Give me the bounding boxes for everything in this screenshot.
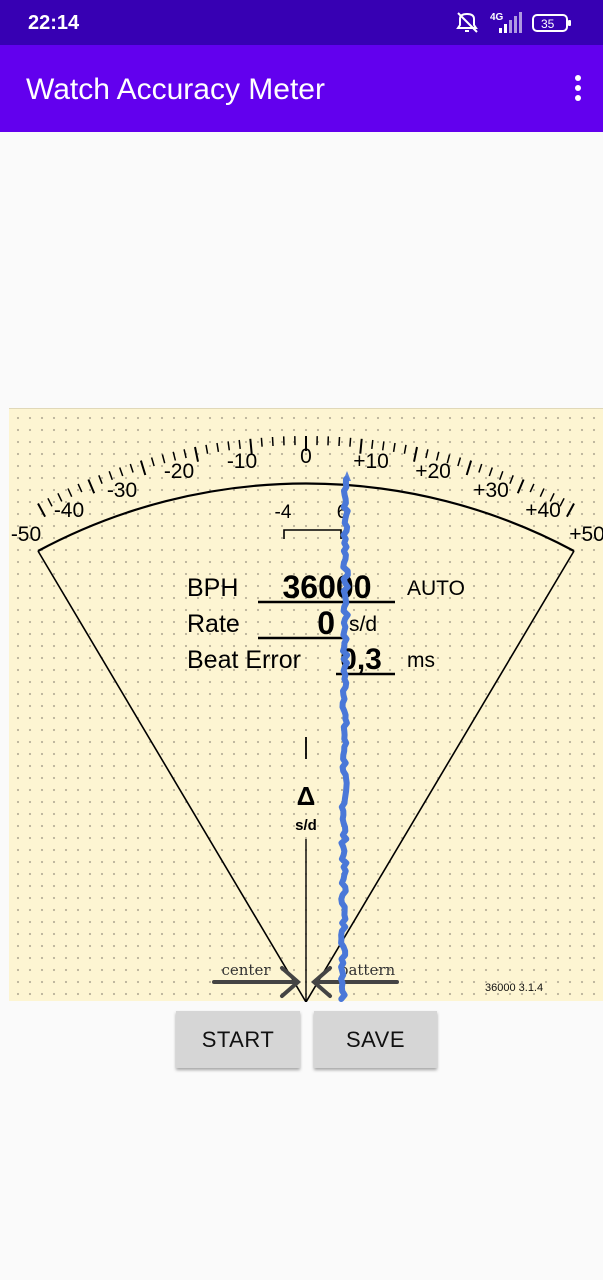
scale-tick: [139, 460, 147, 476]
beat-error-label: Beat Error: [187, 646, 301, 674]
scale-tick: [150, 457, 155, 467]
scale-tick: [37, 503, 46, 518]
scale-tick: [183, 449, 187, 459]
scale-label: 0: [300, 445, 312, 468]
delta-unit: s/d: [295, 817, 317, 834]
beat-error-unit: ms: [407, 649, 435, 672]
pattern-label: pattern: [339, 961, 396, 979]
scale-tick: [227, 441, 231, 451]
scale-tick: [194, 446, 199, 462]
scale-tick: [425, 449, 429, 459]
delta-symbol: Δ: [297, 781, 316, 811]
scale-tick: [403, 444, 407, 454]
accuracy-meter: -50 -40 -30 -20 -10 0 +10 +20 +30 +40 +5…: [9, 408, 603, 1002]
scale-tick: [516, 479, 525, 494]
scale-label: -30: [107, 479, 137, 502]
start-button[interactable]: START: [176, 1011, 300, 1068]
bph-mode: AUTO: [407, 577, 465, 600]
scale-tick: [87, 479, 96, 494]
scale-tick: [381, 441, 385, 451]
bph-label: BPH: [187, 574, 238, 602]
trace-marker-icon: [343, 471, 351, 481]
scale-label: -40: [54, 499, 84, 522]
sector-left-line: [37, 550, 307, 1002]
scale-label: -50: [11, 523, 41, 546]
scale-tick: [205, 444, 209, 454]
scale-tick: [47, 497, 53, 507]
rate-label: Rate: [187, 610, 240, 638]
scale-label: +10: [353, 450, 389, 473]
measurement-trace: [338, 476, 351, 1002]
scale-label: +50: [569, 523, 603, 546]
battery-level: 35: [541, 17, 555, 31]
bph-value: 36000: [283, 569, 372, 605]
scale-label: +40: [525, 499, 561, 522]
scale-tick: [98, 475, 103, 484]
network-type: 4G: [490, 12, 504, 23]
scale-label: -10: [227, 450, 257, 473]
version-label: 36000 3.1.4: [485, 982, 543, 994]
center-label: center: [221, 961, 271, 979]
more-vert-icon[interactable]: [567, 73, 589, 105]
scale-tick: [118, 467, 124, 477]
scale-label: +20: [415, 460, 451, 483]
scale-label: +30: [473, 479, 509, 502]
scale-tick: [529, 483, 535, 493]
status-bar: 22:14 4G 35: [0, 0, 603, 45]
battery-icon: 35: [532, 14, 571, 32]
scale-tick: [457, 457, 462, 467]
scale-tick: [392, 442, 396, 453]
scale-tick: [238, 439, 241, 449]
scale-tick: [260, 437, 263, 447]
scale-tick: [349, 437, 352, 447]
app-title: Watch Accuracy Meter: [26, 73, 325, 106]
scale-tick: [67, 488, 73, 498]
save-button[interactable]: SAVE: [314, 1011, 437, 1068]
status-time: 22:14: [28, 12, 80, 34]
status-icons: 4G 35: [455, 10, 577, 36]
app-bar: Watch Accuracy Meter: [0, 45, 603, 132]
scale-label: -20: [164, 460, 194, 483]
mute-vibrate-icon: [456, 12, 478, 33]
scale-tick: [488, 467, 494, 477]
scale-tick: [216, 442, 220, 453]
scale-tick: [129, 463, 134, 473]
scale-tick: [509, 475, 514, 484]
scale-tick: [271, 436, 274, 447]
scale-tick: [566, 503, 575, 518]
scale-tick: [478, 463, 483, 473]
inner-scale-label-left: -4: [275, 502, 292, 523]
scale-tick: [465, 460, 473, 476]
scale-tick: [77, 483, 83, 493]
scale-tick: [338, 436, 341, 447]
scale-tick: [371, 439, 374, 449]
rate-value: 0: [317, 605, 335, 641]
rate-unit: s/d: [349, 613, 377, 636]
inner-scale-bracket: [283, 529, 342, 539]
scale-tick: [539, 488, 545, 498]
